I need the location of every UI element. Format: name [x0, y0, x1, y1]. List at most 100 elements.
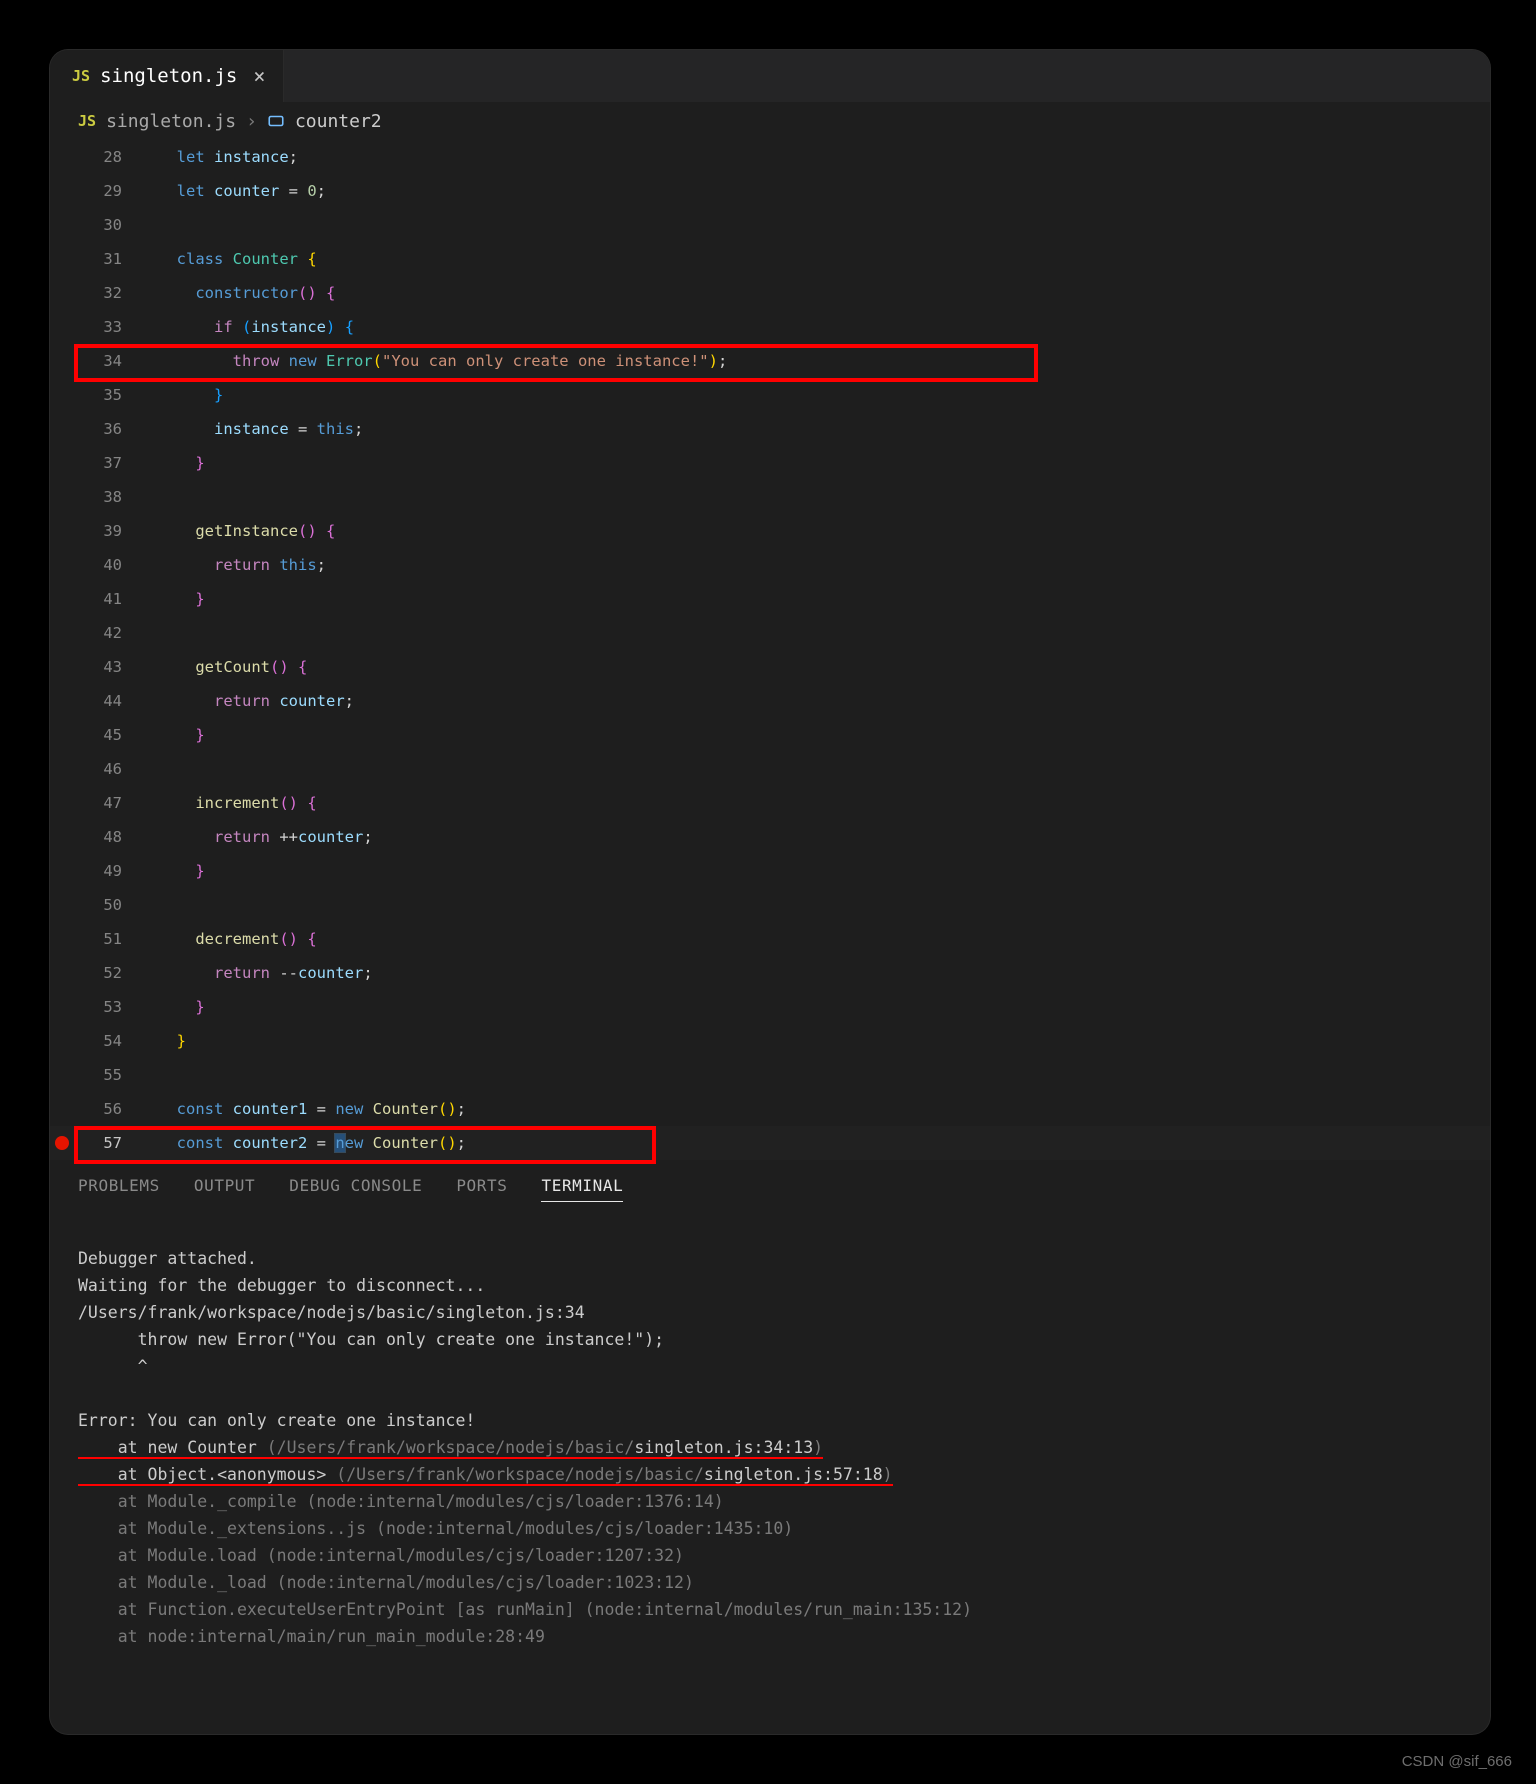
line-number: 46 [74, 760, 128, 778]
token: ; [317, 556, 326, 574]
code-line[interactable]: 45 } [50, 718, 1490, 752]
token: ( [242, 318, 251, 336]
token: counter [298, 964, 363, 982]
code-line[interactable]: 47 increment() { [50, 786, 1490, 820]
code-line[interactable]: 50 [50, 888, 1490, 922]
code-line[interactable]: 29 let counter = 0; [50, 174, 1490, 208]
breadcrumb-file[interactable]: singleton.js [106, 111, 236, 132]
code-content[interactable]: } [128, 386, 223, 404]
token: getCount [195, 658, 270, 676]
token: let [177, 182, 214, 200]
code-line[interactable]: 33 if (instance) { [50, 310, 1490, 344]
code-line[interactable]: 30 [50, 208, 1490, 242]
token: return [214, 828, 279, 846]
line-number: 29 [74, 182, 128, 200]
bottom-panel: PROBLEMS OUTPUT DEBUG CONSOLE PORTS TERM… [50, 1160, 1490, 1697]
code-line[interactable]: 49 } [50, 854, 1490, 888]
code-line[interactable]: 41 } [50, 582, 1490, 616]
terminal-line: Debugger attached. [78, 1249, 257, 1268]
code-line[interactable]: 35 } [50, 378, 1490, 412]
token: { [307, 794, 316, 812]
code-content[interactable]: return this; [128, 556, 326, 574]
token: const [177, 1134, 233, 1152]
code-line[interactable]: 34 throw new Error("You can only create … [50, 344, 1490, 378]
code-content[interactable]: class Counter { [128, 250, 317, 268]
watermark: CSDN @sif_666 [1402, 1753, 1512, 1770]
code-content[interactable]: decrement() { [128, 930, 317, 948]
code-content[interactable]: const counter2 = new Counter(); [128, 1134, 466, 1152]
code-content[interactable]: } [128, 590, 205, 608]
code-content[interactable]: instance = this; [128, 420, 363, 438]
code-line[interactable]: 40 return this; [50, 548, 1490, 582]
code-line[interactable]: 54 } [50, 1024, 1490, 1058]
code-editor[interactable]: 28 let instance;29 let counter = 0;3031 … [50, 140, 1490, 1160]
tab-debug-console[interactable]: DEBUG CONSOLE [289, 1176, 422, 1202]
token: new [335, 1100, 372, 1118]
code-line[interactable]: 53 } [50, 990, 1490, 1024]
code-line[interactable]: 43 getCount() { [50, 650, 1490, 684]
token: decrement [195, 930, 279, 948]
code-line[interactable]: 31 class Counter { [50, 242, 1490, 276]
tab-output[interactable]: OUTPUT [194, 1176, 255, 1202]
code-content[interactable]: throw new Error("You can only create one… [128, 352, 727, 370]
js-file-icon: JS [72, 67, 90, 85]
code-content[interactable]: const counter1 = new Counter(); [128, 1100, 466, 1118]
code-content[interactable]: return counter; [128, 692, 354, 710]
file-tab[interactable]: JS singleton.js × [50, 50, 284, 102]
code-line[interactable]: 42 [50, 616, 1490, 650]
code-content[interactable]: } [128, 454, 205, 472]
breakpoint-icon[interactable] [55, 1136, 69, 1150]
line-number: 35 [74, 386, 128, 404]
line-number: 30 [74, 216, 128, 234]
code-content[interactable]: } [128, 726, 205, 744]
code-content[interactable]: let counter = 0; [128, 182, 326, 200]
token: instance [214, 148, 289, 166]
tab-problems[interactable]: PROBLEMS [78, 1176, 160, 1202]
terminal-line: at node:internal/main/run_main_module:28… [78, 1627, 545, 1646]
code-line[interactable]: 55 [50, 1058, 1490, 1092]
tab-filename: singleton.js [100, 65, 237, 87]
terminal-output[interactable]: Debugger attached. Waiting for the debug… [50, 1212, 1490, 1697]
code-line[interactable]: 46 [50, 752, 1490, 786]
code-line[interactable]: 57 const counter2 = new Counter(); [50, 1126, 1490, 1160]
code-line[interactable]: 38 [50, 480, 1490, 514]
code-line[interactable]: 52 return --counter; [50, 956, 1490, 990]
code-line[interactable]: 44 return counter; [50, 684, 1490, 718]
line-number: 45 [74, 726, 128, 744]
breadcrumb[interactable]: JS singleton.js › counter2 [50, 102, 1490, 140]
code-content[interactable]: } [128, 862, 205, 880]
code-line[interactable]: 51 decrement() { [50, 922, 1490, 956]
terminal-line: at Object.<anonymous> (/Users/frank/work… [78, 1465, 893, 1486]
tab-ports[interactable]: PORTS [456, 1176, 507, 1202]
code-line[interactable]: 56 const counter1 = new Counter(); [50, 1092, 1490, 1126]
breadcrumb-symbol[interactable]: counter2 [295, 111, 382, 132]
terminal-line: at Function.executeUserEntryPoint [as ru… [78, 1600, 972, 1619]
token: counter2 [233, 1134, 308, 1152]
terminal-line: throw new Error("You can only create one… [78, 1330, 664, 1349]
close-icon[interactable]: × [253, 64, 265, 88]
code-content[interactable]: } [128, 998, 205, 1016]
token: = [307, 1134, 335, 1152]
code-content[interactable]: increment() { [128, 794, 317, 812]
token: ( [373, 352, 382, 370]
code-line[interactable]: 32 constructor() { [50, 276, 1490, 310]
breakpoint-gutter[interactable] [50, 1136, 74, 1150]
line-number: 32 [74, 284, 128, 302]
token: } [195, 998, 204, 1016]
token [317, 284, 326, 302]
code-line[interactable]: 36 instance = this; [50, 412, 1490, 446]
code-line[interactable]: 48 return ++counter; [50, 820, 1490, 854]
code-content[interactable]: getInstance() { [128, 522, 335, 540]
line-number: 43 [74, 658, 128, 676]
code-content[interactable]: return --counter; [128, 964, 373, 982]
code-content[interactable]: } [128, 1032, 186, 1050]
code-content[interactable]: return ++counter; [128, 828, 373, 846]
tab-terminal[interactable]: TERMINAL [541, 1176, 623, 1202]
code-content[interactable]: let instance; [128, 148, 298, 166]
code-line[interactable]: 37 } [50, 446, 1490, 480]
code-content[interactable]: getCount() { [128, 658, 307, 676]
code-line[interactable]: 39 getInstance() { [50, 514, 1490, 548]
code-content[interactable]: if (instance) { [128, 318, 354, 336]
code-content[interactable]: constructor() { [128, 284, 335, 302]
code-line[interactable]: 28 let instance; [50, 140, 1490, 174]
